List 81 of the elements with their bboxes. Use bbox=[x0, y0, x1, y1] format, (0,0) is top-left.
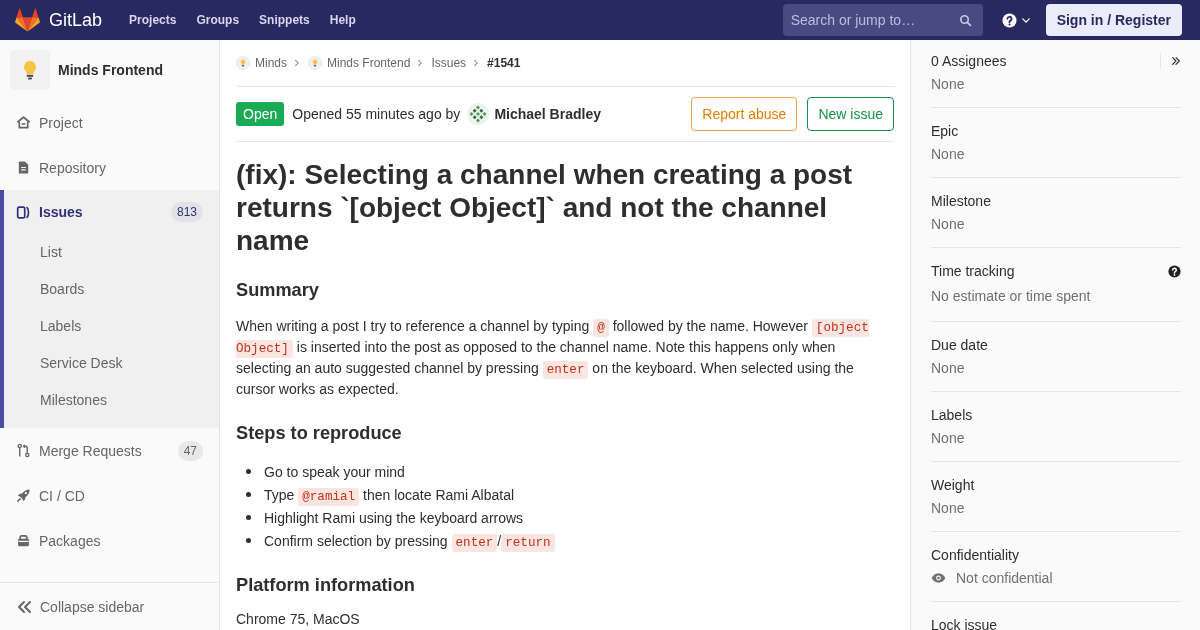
field-label: Due date bbox=[931, 337, 989, 353]
lightbulb-avatar-icon bbox=[236, 56, 250, 70]
chevron-icon bbox=[294, 59, 299, 67]
field-value: Not confidential bbox=[956, 570, 1053, 586]
field-label: Weight bbox=[931, 477, 976, 493]
breadcrumb-link[interactable]: #1541 bbox=[487, 56, 521, 70]
home-icon bbox=[16, 115, 31, 130]
field-value: None bbox=[931, 146, 965, 162]
sidebar-item[interactable]: Issues 813 bbox=[4, 190, 219, 234]
section-heading: Platform information bbox=[236, 574, 416, 597]
field-value: None bbox=[931, 430, 965, 446]
help-icon bbox=[1001, 12, 1017, 28]
search-icon[interactable] bbox=[958, 14, 972, 27]
list-item: Confirm selection by pressing enter / return bbox=[264, 531, 555, 552]
sidebar-subitem[interactable]: Milestones bbox=[4, 382, 219, 419]
bullet-icon bbox=[246, 515, 251, 520]
action-button[interactable]: New issue bbox=[807, 97, 894, 131]
list-item: Type @ramial then locate Rami Albatal bbox=[264, 486, 515, 506]
breadcrumb-link[interactable]: Minds bbox=[236, 56, 287, 70]
status-badge: Open bbox=[236, 102, 285, 126]
issues-icon bbox=[16, 204, 31, 220]
sidebar-item[interactable]: Packages bbox=[0, 518, 219, 563]
avatar-icon bbox=[467, 103, 490, 125]
nav-link[interactable]: Projects bbox=[119, 0, 187, 40]
merge-request-icon bbox=[16, 443, 31, 458]
nav-link[interactable]: Groups bbox=[186, 0, 250, 40]
chevron-icon bbox=[417, 59, 423, 67]
sidebar-subitem[interactable]: Service Desk bbox=[4, 345, 219, 382]
breadcrumb-link[interactable]: Minds Frontend bbox=[308, 56, 411, 70]
breadcrumb-link[interactable]: Issues bbox=[431, 56, 467, 70]
eye-icon bbox=[931, 572, 946, 584]
count-badge: 47 bbox=[177, 440, 203, 461]
sidebar-subitem[interactable]: Boards bbox=[4, 271, 219, 308]
field-value: None bbox=[931, 76, 965, 92]
brand-link[interactable]: GitLab bbox=[15, 8, 103, 32]
sidebar-subitem[interactable]: List bbox=[4, 234, 219, 271]
field-value: None bbox=[931, 500, 965, 516]
sidebar-subitem[interactable]: Labels bbox=[4, 308, 219, 345]
lightbulb-avatar-icon bbox=[10, 50, 50, 90]
caret-icon bbox=[1021, 17, 1030, 23]
bullet-icon bbox=[246, 469, 251, 474]
logo-icon bbox=[15, 8, 40, 32]
bullet-icon bbox=[246, 538, 251, 543]
section-heading: Summary bbox=[236, 279, 320, 302]
paragraph: Chrome 75, MacOS bbox=[236, 610, 361, 629]
chevron-icon bbox=[473, 59, 479, 67]
sidebar-item[interactable]: Repository bbox=[0, 145, 219, 190]
double-chevron-right-icon[interactable] bbox=[1171, 56, 1181, 66]
sign-in-button[interactable]: Sign in / Register bbox=[1045, 4, 1182, 36]
field-label: Milestone bbox=[931, 193, 992, 209]
list-item: Highlight Rami using the keyboard arrows bbox=[264, 509, 524, 528]
section-heading: Steps to reproduce bbox=[236, 422, 403, 445]
sidebar-item[interactable]: Project bbox=[0, 100, 219, 145]
author-link[interactable]: Michael Bradley bbox=[494, 106, 601, 122]
bullet-icon bbox=[246, 492, 251, 497]
field-value: No estimate or time spent bbox=[931, 288, 1091, 304]
field-label: 0 Assignees bbox=[931, 53, 1008, 69]
field-label: Time tracking bbox=[931, 263, 1016, 279]
field-label: Epic bbox=[931, 123, 960, 139]
project-link[interactable]: Minds Frontend bbox=[0, 40, 219, 100]
field-value: None bbox=[931, 360, 965, 376]
field-label: Confidentiality bbox=[931, 547, 1020, 563]
lightbulb-avatar-icon bbox=[308, 56, 322, 70]
list-item: Go to speak your mind bbox=[264, 463, 405, 482]
double-chevron-left-icon bbox=[16, 598, 32, 615]
opened-text: Opened 55 minutes ago by bbox=[292, 106, 461, 122]
field-value: None bbox=[931, 216, 965, 232]
paragraph: When writing a post I try to reference a channel by typing @ followed by the name. However [object Object] is inserted into the post as opposed to the channel name. Note this happens only when selecting an auto suggested channel by pressing enter on the keyboard. When selected using the cursor works as expected. bbox=[236, 317, 870, 399]
count-badge: 813 bbox=[170, 202, 203, 222]
document-icon bbox=[16, 160, 31, 175]
package-icon bbox=[16, 533, 31, 548]
search-field[interactable]: Search or jump to… bbox=[782, 4, 983, 36]
nav-link[interactable]: Help bbox=[319, 0, 366, 40]
sidebar-item[interactable]: CI / CD bbox=[0, 473, 219, 518]
rocket-icon bbox=[16, 488, 31, 503]
sidebar-item[interactable]: Merge Requests 47 bbox=[0, 428, 219, 473]
help-icon[interactable] bbox=[1168, 264, 1181, 278]
nav-link[interactable]: Snippets bbox=[249, 0, 320, 40]
field-label: Labels bbox=[931, 407, 974, 423]
field-label: Lock issue bbox=[931, 617, 999, 630]
issue-title: (fix): Selecting a channel when creating a post returns `[object Object]` and not the channel name bbox=[236, 158, 854, 257]
